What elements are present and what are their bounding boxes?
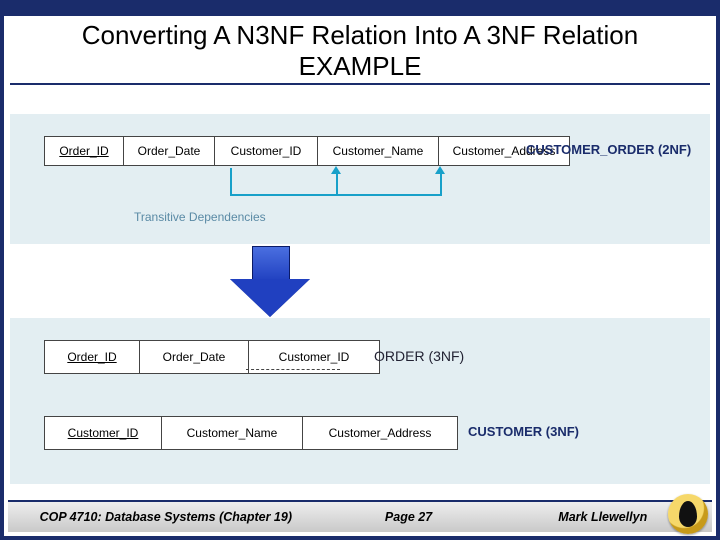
cust-attr-customer-address: Customer_Address — [303, 416, 458, 450]
dep-addr-stem — [440, 174, 442, 194]
dep-src-drop — [230, 168, 232, 196]
slide-footer: COP 4710: Database Systems (Chapter 19) … — [8, 500, 712, 532]
order-attr-customer-id-text: Customer_ID — [279, 350, 350, 364]
dep-addr-arrowhead — [435, 166, 445, 174]
footer-page: Page 27 — [324, 510, 494, 524]
title-line-1: Converting A N3NF Relation Into A 3NF Re… — [82, 20, 638, 50]
order-attr-order-id: Order_ID — [44, 340, 140, 374]
attr-customer-name: Customer_Name — [318, 136, 439, 166]
title-underline — [10, 83, 710, 85]
decomposition-arrow-icon — [230, 246, 310, 318]
slide-frame: Converting A N3NF Relation Into A 3NF Re… — [0, 0, 720, 540]
label-customer-order-2nf: CUSTOMER_ORDER (2NF) — [526, 142, 691, 157]
order-attr-order-date: Order_Date — [140, 340, 249, 374]
label-customer-3nf: CUSTOMER (3NF) — [468, 424, 579, 439]
slide-title: Converting A N3NF Relation Into A 3NF Re… — [12, 20, 708, 81]
attr-order-id: Order_ID — [44, 136, 124, 166]
panel-3nf: Order_ID Order_Date Customer_ID ORDER (3… — [10, 318, 710, 484]
relation-customer: Customer_ID Customer_Name Customer_Addre… — [44, 416, 458, 450]
footer-course: COP 4710: Database Systems (Chapter 19) — [8, 510, 324, 524]
cust-attr-customer-id: Customer_ID — [44, 416, 162, 450]
dep-name-stem — [336, 174, 338, 194]
order-fk-dash — [246, 368, 340, 370]
relation-customer-order: Order_ID Order_Date Customer_ID Customer… — [44, 136, 570, 166]
dep-name-arrowhead — [331, 166, 341, 174]
cust-attr-customer-name: Customer_Name — [162, 416, 303, 450]
attr-customer-id: Customer_ID — [215, 136, 318, 166]
ucf-logo-icon — [668, 494, 708, 534]
panel-2nf: Order_ID Order_Date Customer_ID Customer… — [10, 114, 710, 244]
dep-horiz-line — [230, 194, 442, 196]
label-transitive-dependencies: Transitive Dependencies — [134, 210, 266, 224]
title-line-2: EXAMPLE — [299, 51, 422, 81]
attr-order-date: Order_Date — [124, 136, 215, 166]
label-order-3nf: ORDER (3NF) — [374, 348, 464, 364]
